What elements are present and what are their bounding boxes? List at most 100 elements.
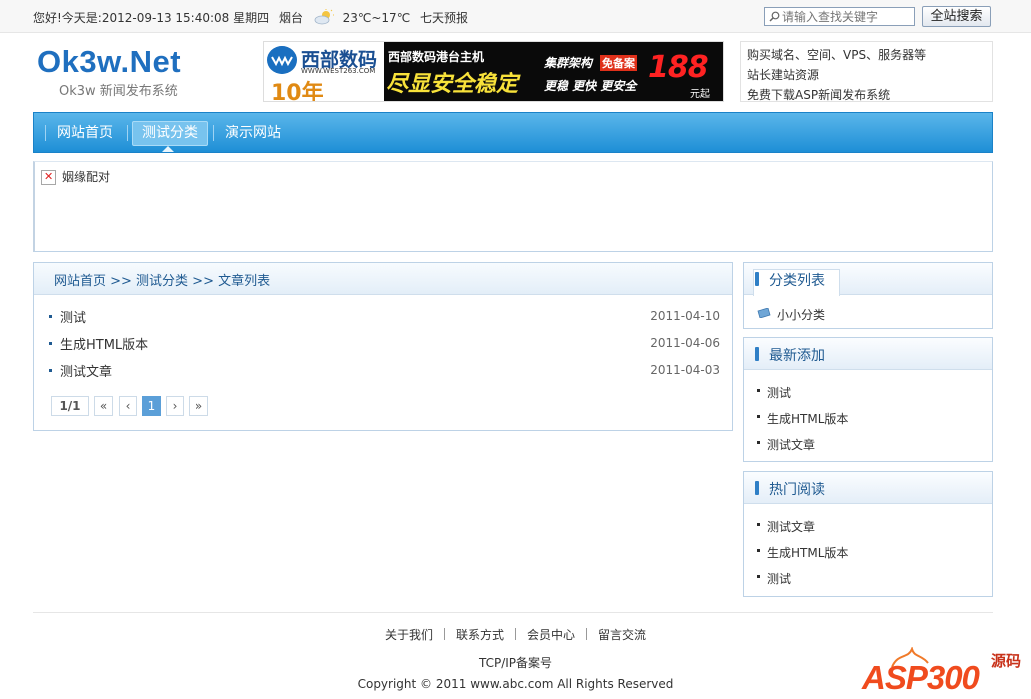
header-link-hosting[interactable]: 购买域名、空间、VPS、服务器等	[747, 45, 986, 65]
article-title[interactable]: 生成HTML版本	[60, 334, 148, 353]
banner-feature: 集群架构	[544, 56, 593, 70]
title-bar-icon	[755, 347, 759, 361]
asp300-watermark: ASP300 源码	[862, 647, 1031, 699]
title-bar-icon	[755, 272, 759, 286]
article-list-header: 网站首页 >> 测试分类 >> 文章列表	[34, 263, 732, 295]
watermark-cn: 源码	[991, 652, 1022, 670]
hot-reading-header: 热门阅读	[744, 472, 992, 504]
bullet-icon	[49, 342, 52, 345]
header-links: 购买域名、空间、VPS、服务器等 站长建站资源 免费下载ASP新闻发布系统	[740, 41, 993, 102]
ad-slot-box: 姻缘配对	[33, 161, 993, 252]
search-icon	[769, 11, 780, 22]
latest-link[interactable]: 测试文章	[767, 436, 815, 453]
article-date: 2011-04-03	[650, 363, 720, 377]
bullet-icon	[757, 389, 760, 392]
banner-url: WWW.WEST263.COM	[301, 67, 376, 75]
banner-headline: 尽显安全稳定	[386, 72, 519, 97]
site-search-button[interactable]: 全站搜索	[922, 6, 991, 27]
latest-header: 最新添加	[744, 338, 992, 370]
footer-links: 关于我们 联系方式 会员中心 留言交流	[0, 626, 1031, 643]
latest-title: 最新添加	[769, 348, 825, 364]
logo-subtitle: Ok3w 新闻发布系统	[59, 84, 178, 99]
banner-features2: 更稳 更快 更安全	[544, 79, 637, 93]
ad-slot-link[interactable]: 姻缘配对	[62, 168, 110, 185]
footer-link-contact[interactable]: 联系方式	[445, 626, 515, 643]
hot-link[interactable]: 测试	[767, 570, 791, 587]
nav-item-home[interactable]: 网站首页	[48, 121, 122, 146]
latest-link[interactable]: 生成HTML版本	[767, 410, 848, 427]
current-page-button[interactable]: 1	[142, 396, 161, 416]
search-input[interactable]	[782, 9, 912, 24]
category-item[interactable]: 小小分类	[744, 301, 992, 327]
banner-promo-area: 西部数码港台主机 尽显安全稳定 集群架构 免备案 更稳 更快 更安全 188 元…	[384, 42, 723, 101]
next-page-button[interactable]: ›	[166, 396, 184, 416]
main-nav: 网站首页 测试分类 演示网站	[33, 112, 993, 153]
hot-link[interactable]: 生成HTML版本	[767, 544, 848, 561]
article-list: 测试 2011-04-10 生成HTML版本 2011-04-06 测试文章 2…	[48, 306, 720, 387]
category-list-header: 分类列表	[744, 263, 992, 296]
footer-link-about[interactable]: 关于我们	[374, 626, 444, 643]
list-item: 测试文章 2011-04-03	[48, 360, 720, 387]
hot-reading-box: 热门阅读 测试文章 生成HTML版本 测试	[743, 471, 993, 597]
title-bar-icon	[755, 481, 759, 495]
list-item: 生成HTML版本 2011-04-06	[48, 333, 720, 360]
latest-box: 最新添加 测试 生成HTML版本 测试文章	[743, 337, 993, 462]
list-item: 生成HTML版本	[744, 405, 992, 431]
last-page-button[interactable]: »	[189, 396, 208, 416]
footer-link-member[interactable]: 会员中心	[516, 626, 586, 643]
west263-logo-icon	[267, 46, 297, 74]
article-title[interactable]: 测试文章	[60, 361, 112, 380]
list-item: 测试	[744, 379, 992, 405]
nav-active-arrow	[162, 146, 174, 152]
latest-link[interactable]: 测试	[767, 384, 791, 401]
list-item: 测试文章	[744, 513, 992, 539]
nav-separator	[213, 125, 214, 141]
top-info: 您好!今天是:2012-09-13 15:40:08 星期四 烟台 23℃~17…	[33, 9, 468, 26]
footer-divider	[33, 612, 993, 613]
banner-price: 188	[648, 50, 709, 85]
nav-separator	[127, 125, 128, 141]
article-date: 2011-04-10	[650, 309, 720, 323]
banner-price-unit: 元起	[690, 89, 710, 100]
nav-item-test-category[interactable]: 测试分类	[132, 121, 208, 146]
list-item: 测试	[744, 565, 992, 591]
first-page-button[interactable]: «	[94, 396, 113, 416]
banner-years: 10年	[271, 81, 324, 102]
bullet-icon	[757, 549, 760, 552]
hot-link[interactable]: 测试文章	[767, 518, 815, 535]
banner-line1: 西部数码港台主机	[388, 50, 485, 64]
article-title[interactable]: 测试	[60, 307, 86, 326]
category-list-title: 分类列表	[769, 273, 825, 289]
article-list-panel: 网站首页 >> 测试分类 >> 文章列表 测试 2011-04-10 生成HTM…	[33, 262, 733, 431]
bullet-icon	[757, 523, 760, 526]
bullet-icon	[49, 369, 52, 372]
search-field[interactable]	[764, 7, 915, 26]
forecast-link[interactable]: 七天预报	[420, 11, 468, 25]
footer-link-guestbook[interactable]: 留言交流	[587, 626, 657, 643]
nav-separator	[45, 125, 46, 141]
breadcrumb[interactable]: 网站首页 >> 测试分类 >> 文章列表	[54, 270, 270, 289]
header-link-download[interactable]: 免费下载ASP新闻发布系统	[747, 85, 986, 105]
watermark-text: ASP300	[862, 659, 980, 696]
bullet-icon	[757, 415, 760, 418]
list-item: 测试文章	[744, 431, 992, 457]
logo-text: Ok3w.Net	[37, 44, 182, 79]
bullet-icon	[757, 441, 760, 444]
banner-brand-area: 西部数码 WWW.WEST263.COM 10年	[264, 42, 384, 102]
cloud-sun-icon	[314, 9, 334, 25]
prev-page-button[interactable]: ‹	[119, 396, 137, 416]
nav-item-demo[interactable]: 演示网站	[216, 121, 290, 146]
broken-image-icon	[41, 170, 56, 185]
site-logo[interactable]: Ok3w.Net Ok3w 新闻发布系统	[37, 44, 181, 99]
bullet-icon	[757, 575, 760, 578]
banner-badge: 免备案	[600, 55, 637, 71]
category-list-box: 分类列表 小小分类	[743, 262, 993, 329]
temperature: 23℃~17℃	[342, 11, 411, 25]
category-label[interactable]: 小小分类	[777, 306, 825, 323]
ad-banner[interactable]: 西部数码 WWW.WEST263.COM 10年 西部数码港台主机 尽显安全稳定…	[263, 41, 724, 102]
date-greeting: 您好!今天是:2012-09-13 15:40:08 星期四	[33, 11, 270, 25]
top-bar: 您好!今天是:2012-09-13 15:40:08 星期四 烟台 23℃~17…	[0, 0, 1031, 33]
city-name: 烟台	[278, 11, 303, 25]
page-count: 1/1	[51, 396, 89, 416]
header-link-resources[interactable]: 站长建站资源	[747, 65, 986, 85]
